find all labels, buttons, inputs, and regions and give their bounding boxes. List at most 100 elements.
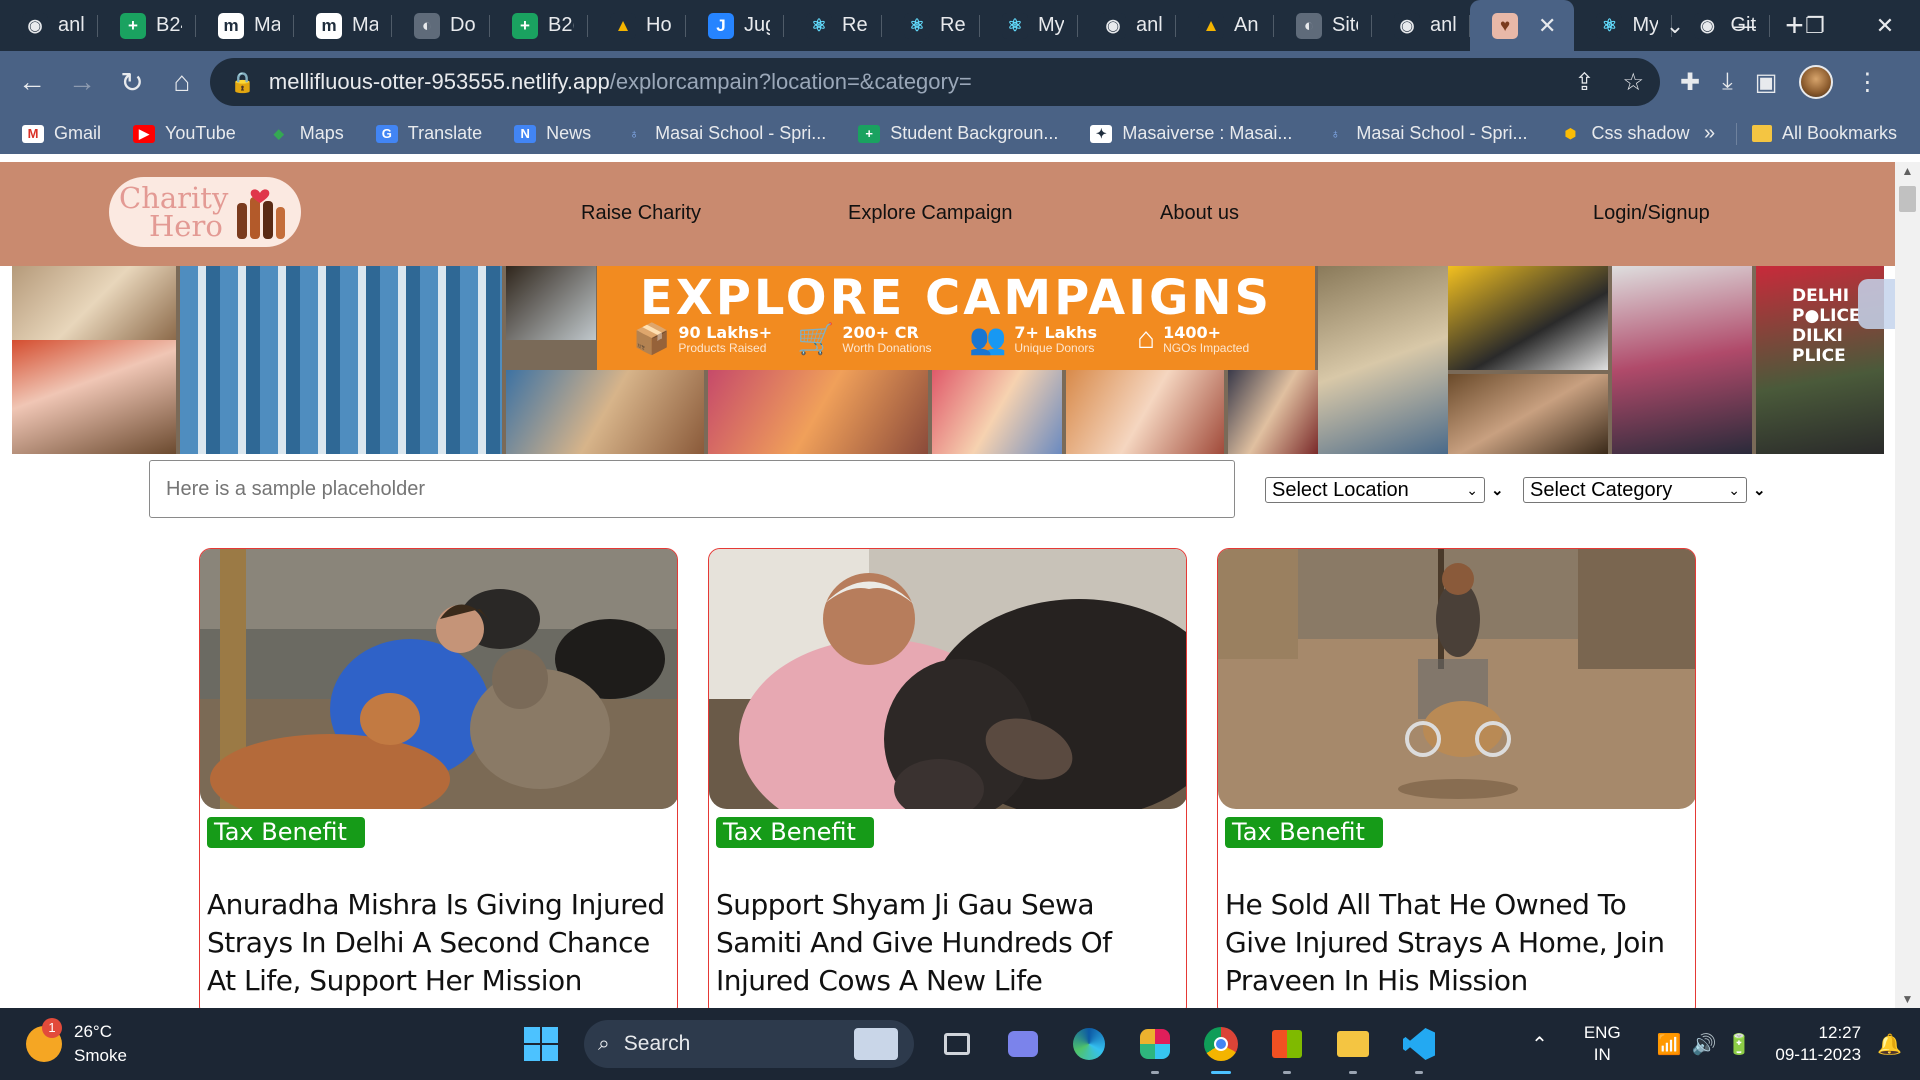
tab-title: An [1234,14,1259,36]
browser-tab[interactable]: ▲ Ho [588,0,686,51]
battery-icon[interactable]: 🔋 [1726,1032,1751,1057]
browser-tab[interactable]: ◐ Do [392,0,490,51]
close-window-button[interactable]: ✕ [1850,13,1920,39]
banner-photo [1228,370,1318,454]
bookmarks-overflow-button[interactable]: » [1704,113,1715,154]
charity-hero-logo[interactable]: Charity Hero [109,177,301,247]
bookmark-item[interactable]: + Student Backgroun... [858,123,1058,144]
weather-widget[interactable]: 1 26°C Smoke [26,1018,127,1068]
menu-kebab-icon[interactable]: ⋮ [1855,68,1879,97]
browser-tab[interactable]: J Jug [686,0,784,51]
scroll-down-arrow-icon[interactable]: ▼ [1895,992,1920,1006]
lock-icon[interactable]: 🔒 [230,70,255,95]
language-indicator[interactable]: ENG IN [1584,1022,1621,1066]
bookmark-item[interactable]: ♁ Masai School - Spri... [623,123,826,144]
task-view-button[interactable] [924,1008,990,1080]
side-panel-icon[interactable]: ▣ [1755,68,1778,97]
home-button[interactable]: ⌂ [158,58,206,106]
campaign-title[interactable]: Support Shyam Ji Gau Sewa Samiti And Giv… [716,886,1186,1000]
bookmark-star-icon[interactable]: ☆ [1622,68,1644,97]
notification-bell-icon[interactable]: 🔔 [1877,1032,1902,1057]
volume-icon[interactable]: 🔊 [1692,1032,1717,1057]
extensions-puzzle-icon[interactable]: ✚ [1680,68,1700,97]
nav-about-us[interactable]: About us [1160,202,1239,225]
forward-button[interactable]: → [58,58,106,106]
bookmark-item[interactable]: G Translate [375,123,482,144]
browser-tab[interactable]: ◉ anl [1078,0,1176,51]
restore-button[interactable]: ❐ [1780,13,1850,39]
browser-tab[interactable]: m Ma [196,0,294,51]
search-input[interactable] [149,460,1235,518]
close-tab-icon[interactable]: ✕ [1538,13,1556,39]
task-view-icon [944,1033,970,1055]
page-scrollbar[interactable]: ▲ ▼ [1895,162,1920,1008]
browser-tab[interactable]: + B2( [490,0,588,51]
chevron-down-icon[interactable]: ⌄ [1753,481,1766,499]
stat-label: NGOs Impacted [1163,340,1250,355]
bookmark-item[interactable]: ⬢ Css shadow [1559,123,1690,144]
browser-tab[interactable]: ▲ An [1176,0,1274,51]
bookmark-item[interactable]: ◆ Maps [268,123,344,144]
back-button[interactable]: ← [8,58,56,106]
browser-tab[interactable]: + B24 [98,0,196,51]
browser-tab[interactable]: ◉ anl [0,0,98,51]
browser-tab[interactable]: ⚛ Rea [882,0,980,51]
browser-tab[interactable]: ◐ Site [1274,0,1372,51]
nav-login-signup[interactable]: Login/Signup [1593,202,1710,225]
bookmark-item[interactable]: ▶ YouTube [133,123,236,144]
tab-search-chevron-icon[interactable]: ⌄ [1640,13,1710,39]
share-icon[interactable]: ⇪ [1574,68,1594,97]
clock[interactable]: 12:27 09-11-2023 [1775,1022,1861,1066]
reload-button[interactable]: ↻ [108,58,156,106]
wifi-icon[interactable]: 📶 [1657,1032,1682,1057]
ms-store-button[interactable] [1254,1008,1320,1080]
nav-raise-charity[interactable]: Raise Charity [581,202,701,225]
scrollbar-thumb[interactable] [1899,186,1916,212]
chrome-button[interactable] [1188,1008,1254,1080]
language-region: IN [1593,1045,1611,1064]
browser-tab[interactable]: ⚛ Rea [784,0,882,51]
address-bar[interactable]: 🔒 mellifluous-otter-953555.netlify.app/e… [210,58,1660,106]
browser-tab[interactable]: ◉ anl [1372,0,1470,51]
browser-tab[interactable]: ⚛ My [980,0,1078,51]
campaign-card[interactable]: Tax Benefit Anuradha Mishra Is Giving In… [199,548,678,1008]
floating-helper-bubble[interactable] [1858,279,1895,329]
maps-icon: ◆ [273,125,284,141]
category-select[interactable]: Select Category ⌄ [1523,477,1747,503]
banner-photo [1612,266,1752,454]
bookmark-label: Masai School - Spri... [1356,123,1528,143]
gmail-icon: M [22,124,44,143]
taskbar-search[interactable]: ⌕ Search [584,1020,914,1068]
vscode-button[interactable] [1386,1008,1452,1080]
all-bookmarks-button[interactable]: All Bookmarks [1752,113,1897,154]
edge-button[interactable] [1056,1008,1122,1080]
campaign-card[interactable]: Tax Benefit He Sold All That He Owned To… [1217,548,1696,1008]
chevron-up-icon[interactable]: ⌃ [1531,1032,1548,1057]
windows-start-button[interactable] [508,1008,574,1080]
bookmark-item[interactable]: ✦ Masaiverse : Masai... [1090,123,1292,144]
stat-value: 7+ Lakhs [1014,323,1098,342]
file-explorer-button[interactable] [1320,1008,1386,1080]
minimize-button[interactable]: — [1710,13,1780,39]
location-select[interactable]: Select Location ⌄ [1265,477,1485,503]
profile-avatar[interactable] [1799,65,1834,99]
nav-explore-campaign[interactable]: Explore Campaign [848,202,1013,225]
globe-icon: ◐ [1296,12,1322,39]
campaign-title[interactable]: Anuradha Mishra Is Giving Injured Strays… [207,886,677,1000]
banner-photo [506,370,704,454]
bookmark-item[interactable]: M Gmail [22,123,101,144]
language-code: ENG [1583,1023,1621,1042]
slack-button[interactable] [1122,1008,1188,1080]
bookmark-item[interactable]: N News [514,123,591,144]
bookmark-item[interactable]: ♁ Masai School - Spri... [1324,123,1528,144]
download-icon[interactable]: ⤓ [1722,68,1733,96]
browser-tab[interactable]: m Ma [294,0,392,51]
notification-badge: 1 [42,1018,62,1038]
tab-active[interactable]: ♥ ✕ [1470,0,1575,51]
teams-chat-button[interactable] [990,1008,1056,1080]
chevron-down-icon[interactable]: ⌄ [1491,481,1504,499]
people-icon: 👥 [969,323,1007,356]
scroll-up-arrow-icon[interactable]: ▲ [1895,164,1920,178]
campaign-title[interactable]: He Sold All That He Owned To Give Injure… [1225,886,1695,1000]
campaign-card[interactable]: Tax Benefit Support Shyam Ji Gau Sewa Sa… [708,548,1187,1008]
